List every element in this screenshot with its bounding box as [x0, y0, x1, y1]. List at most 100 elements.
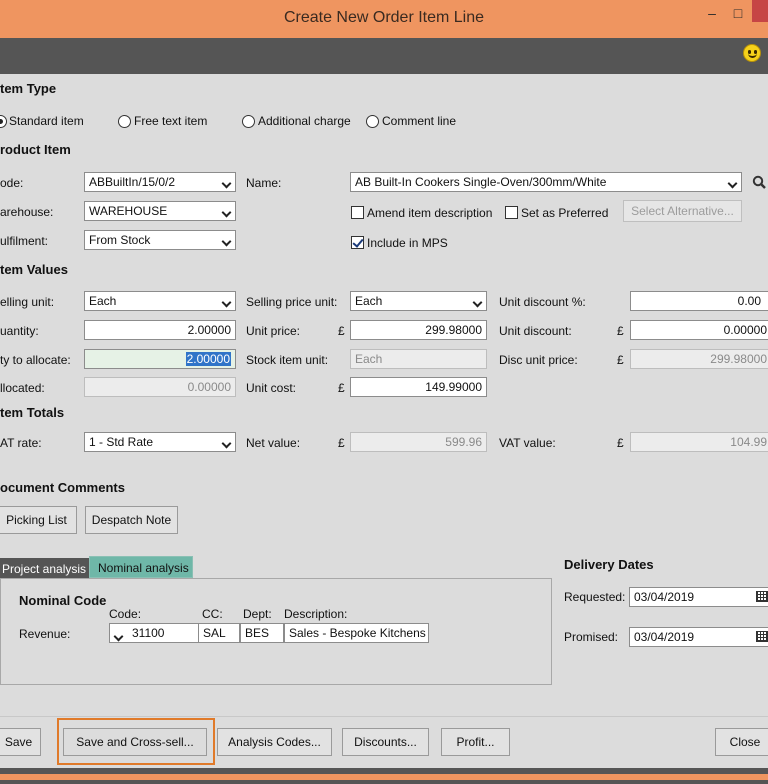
radio-standard-item[interactable]: [0, 115, 7, 128]
radio-free-text-item[interactable]: [118, 115, 131, 128]
revenue-label: Revenue:: [19, 627, 71, 641]
item-totals-heading: tem Totals: [0, 405, 65, 420]
quantity-label: uantity:: [0, 324, 39, 338]
qty-allocate-label: ty to allocate:: [0, 353, 71, 367]
despatch-note-button[interactable]: Despatch Note: [85, 506, 178, 534]
item-values-heading: tem Values: [0, 262, 68, 277]
radio-comment-line[interactable]: [366, 115, 379, 128]
selling-price-unit-label: Selling price unit:: [246, 295, 338, 309]
dept-field[interactable]: BES: [240, 623, 284, 643]
requested-label: Requested:: [564, 590, 626, 604]
code-label: ode:: [0, 176, 24, 190]
warehouse-value: WAREHOUSE: [89, 204, 168, 218]
chevron-down-icon: [221, 294, 232, 312]
promised-date-input[interactable]: 03/04/2019: [629, 627, 768, 647]
delivery-dates-heading: Delivery Dates: [564, 557, 654, 572]
cc-field[interactable]: SAL: [198, 623, 240, 643]
item-type-heading: tem Type: [0, 81, 57, 96]
net-value-currency: £: [338, 436, 345, 450]
name-value: AB Built-In Cookers Single-Oven/300mm/Wh…: [355, 175, 607, 189]
fulfilment-label: ulfilment:: [0, 234, 49, 248]
col-code-label: Code:: [109, 607, 142, 621]
stock-item-unit-field: Each: [350, 349, 487, 369]
maximize-button[interactable]: □: [728, 4, 748, 22]
radio-label-additional: Additional charge: [258, 114, 351, 128]
stock-item-unit-label: Stock item unit:: [246, 353, 329, 367]
qty-allocate-input[interactable]: 2.00000: [84, 349, 236, 369]
set-preferred-checkbox[interactable]: [505, 206, 518, 219]
promised-label: Promised:: [564, 630, 619, 644]
chevron-down-icon: [221, 435, 232, 453]
unit-discount-pct-label: Unit discount %:: [499, 295, 586, 309]
chevron-down-icon: [472, 294, 483, 312]
close-button[interactable]: Close: [715, 728, 768, 756]
tab-nominal-analysis[interactable]: Nominal analysis: [89, 556, 193, 578]
smiley-icon[interactable]: [743, 44, 761, 62]
selling-unit-select[interactable]: Each: [84, 291, 236, 311]
selling-unit-label: elling unit:: [0, 295, 55, 309]
selling-unit-value: Each: [89, 294, 117, 308]
nominal-code-select[interactable]: 31100: [109, 623, 199, 643]
disc-unit-price-label: Disc unit price:: [499, 353, 578, 367]
disc-unit-price-field: 299.98000: [630, 349, 768, 369]
vat-rate-value: 1 - Std Rate: [89, 435, 154, 449]
unit-cost-label: Unit cost:: [246, 381, 297, 395]
set-preferred-label: Set as Preferred: [521, 206, 609, 220]
requested-date-input[interactable]: 03/04/2019: [629, 587, 768, 607]
col-description-label: Description:: [284, 607, 348, 621]
chevron-down-icon: [221, 204, 232, 222]
profit-button[interactable]: Profit...: [441, 728, 510, 756]
name-label: Name:: [246, 176, 282, 190]
unit-discount-input[interactable]: 0.00000: [630, 320, 768, 340]
amend-description-checkbox[interactable]: [351, 206, 364, 219]
code-select[interactable]: ABBuiltIn/15/0/2: [84, 172, 236, 192]
unit-cost-input[interactable]: 149.99000: [350, 377, 487, 397]
unit-price-label: Unit price:: [246, 324, 301, 338]
product-item-heading: roduct Item: [0, 142, 71, 157]
warehouse-select[interactable]: WAREHOUSE: [84, 201, 236, 221]
disc-unit-price-currency: £: [617, 353, 624, 367]
code-value: ABBuiltIn/15/0/2: [89, 175, 176, 189]
minimize-button[interactable]: –: [702, 4, 722, 22]
selling-price-unit-select[interactable]: Each: [350, 291, 487, 311]
name-select[interactable]: AB Built-In Cookers Single-Oven/300mm/Wh…: [350, 172, 742, 192]
unit-price-input[interactable]: 299.98000: [350, 320, 487, 340]
unit-cost-currency: £: [338, 381, 345, 395]
unit-discount-label: Unit discount:: [499, 324, 572, 338]
search-icon[interactable]: [752, 175, 766, 189]
allocated-label: llocated:: [0, 381, 45, 395]
vat-rate-select[interactable]: 1 - Std Rate: [84, 432, 236, 452]
nominal-code-value: 31100: [132, 626, 165, 640]
save-button[interactable]: Save: [0, 728, 41, 756]
calendar-icon[interactable]: [756, 591, 768, 602]
col-dept-label: Dept:: [243, 607, 272, 621]
description-field[interactable]: Sales - Bespoke Kitchens: [284, 623, 429, 643]
save-cross-sell-button[interactable]: Save and Cross-sell...: [63, 728, 207, 756]
radio-additional-charge[interactable]: [242, 115, 255, 128]
fulfilment-value: From Stock: [89, 233, 151, 247]
unit-price-currency: £: [338, 324, 345, 338]
net-value-field: 599.96: [350, 432, 487, 452]
vat-value-currency: £: [617, 436, 624, 450]
analysis-codes-button[interactable]: Analysis Codes...: [217, 728, 332, 756]
chevron-down-icon: [113, 627, 124, 642]
radio-label-free-text: Free text item: [134, 114, 208, 128]
chevron-down-icon: [221, 175, 232, 193]
nominal-code-heading: Nominal Code: [19, 593, 107, 608]
amend-description-label: Amend item description: [367, 206, 493, 220]
discounts-button[interactable]: Discounts...: [342, 728, 429, 756]
unit-discount-currency: £: [617, 324, 624, 338]
unit-discount-pct-input[interactable]: 0.00: [630, 291, 768, 311]
fulfilment-select[interactable]: From Stock: [84, 230, 236, 250]
close-window-button[interactable]: [752, 0, 768, 22]
picking-list-button[interactable]: Picking List: [0, 506, 77, 534]
chevron-down-icon: [727, 175, 738, 193]
warehouse-label: arehouse:: [0, 205, 54, 219]
tab-project-analysis[interactable]: Project analysis: [0, 558, 89, 580]
quantity-input[interactable]: 2.00000: [84, 320, 236, 340]
include-mps-checkbox[interactable]: [351, 236, 364, 249]
radio-label-standard: Standard item: [9, 114, 84, 128]
select-alternative-button[interactable]: Select Alternative...: [623, 200, 742, 222]
calendar-icon[interactable]: [756, 631, 768, 642]
net-value-label: Net value:: [246, 436, 301, 450]
